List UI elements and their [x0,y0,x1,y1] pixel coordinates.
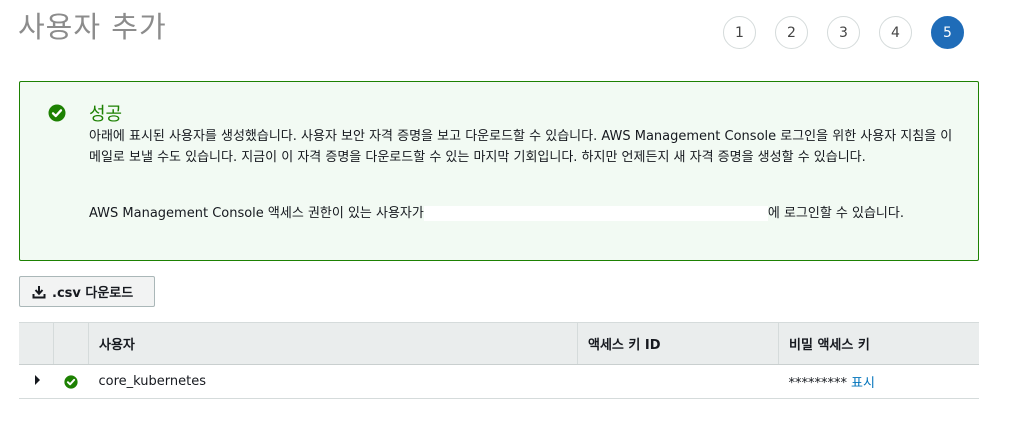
secret-key-masked: ********* [788,376,848,391]
check-circle-icon [63,374,78,389]
status-cell [53,364,89,399]
download-icon [32,285,46,298]
alert-title: 성공 [89,104,123,125]
download-csv-button[interactable]: .csv 다운로드 [19,276,155,307]
show-secret-link[interactable]: 표시 [851,376,875,391]
user-column-header: 사용자 [88,322,578,365]
table-row: core_kubernetes ********* 표시 [19,364,979,399]
step-2: 2 [775,16,808,49]
access-key-id-cell [577,364,779,399]
console-access-prefix: AWS Management Console 액세스 권한이 있는 사용자가 [89,206,424,221]
expand-cell[interactable] [19,364,54,399]
step-indicator: 1 2 3 4 5 [723,16,964,49]
download-csv-label: .csv 다운로드 [52,286,134,301]
caret-right-icon[interactable] [35,375,40,385]
secret-key-cell: ********* 표시 [778,364,979,399]
step-3: 3 [827,16,860,49]
console-access-suffix: 에 로그인할 수 있습니다. [767,206,904,221]
step-1: 1 [723,16,756,49]
secret-key-column-header: 비밀 액세스 키 [778,322,979,365]
expand-column-header [19,322,54,365]
console-access-message: AWS Management Console 액세스 권한이 있는 사용자가 에 … [89,203,964,224]
access-key-id-column-header: 액세스 키 ID [577,322,779,365]
users-table: 사용자 액세스 키 ID 비밀 액세스 키 core_kubernetes **… [19,322,979,399]
redacted-signin-url [423,206,768,221]
alert-message: 아래에 표시된 사용자를 생성했습니다. 사용자 보안 자격 증명을 보고 다운… [89,129,953,165]
user-name-cell: core_kubernetes [88,364,578,399]
step-5-current: 5 [931,16,964,49]
success-alert: 성공 아래에 표시된 사용자를 생성했습니다. 사용자 보안 자격 증명을 보고… [19,81,979,261]
page-title: 사용자 추가 [18,10,167,44]
step-4: 4 [879,16,912,49]
status-column-header [53,322,89,365]
check-circle-icon [48,104,66,122]
table-header-row: 사용자 액세스 키 ID 비밀 액세스 키 [19,322,979,365]
